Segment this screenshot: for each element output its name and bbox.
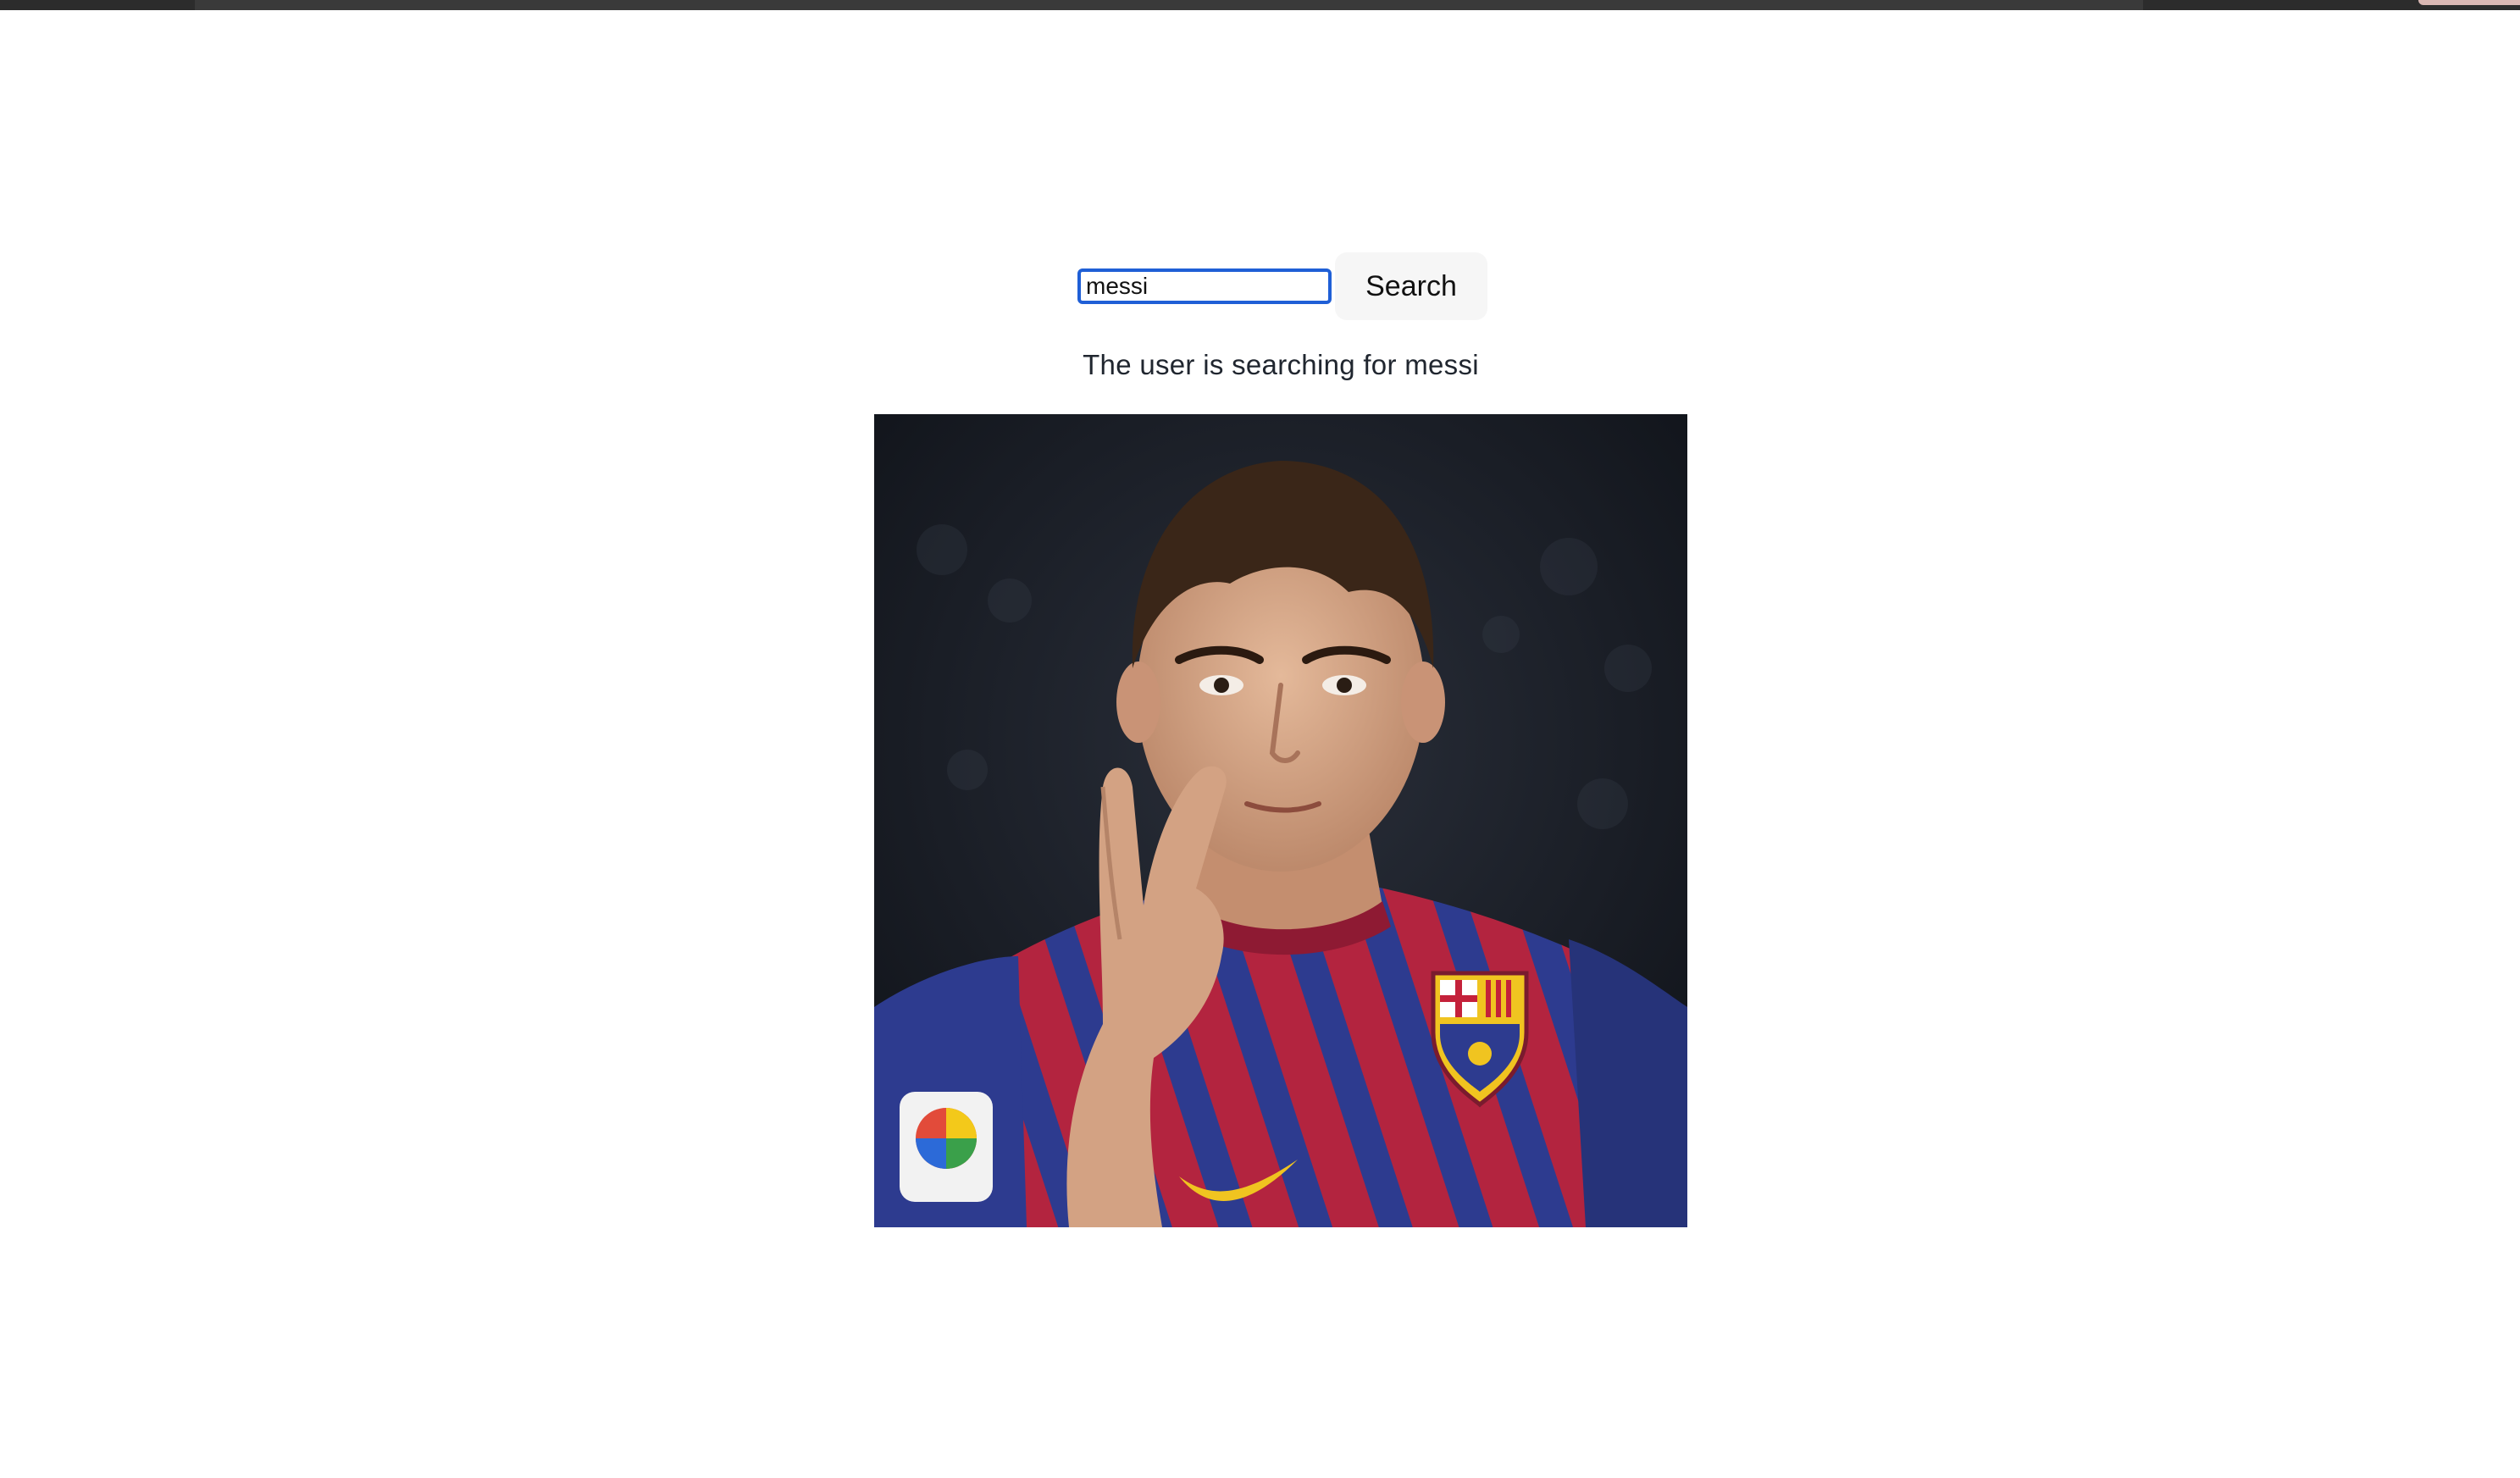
browser-tab-strip: [195, 0, 2143, 10]
search-result-image: [874, 414, 1687, 1227]
search-bar: Search: [1077, 252, 1487, 320]
search-input[interactable]: [1077, 268, 1332, 304]
browser-top-strip: [0, 0, 2520, 10]
browser-corner-badge: [2418, 0, 2520, 5]
photo-of-soccer-player: [874, 414, 1687, 1227]
search-status-text: The user is searching for messi: [1083, 349, 1479, 380]
search-button[interactable]: Search: [1335, 252, 1487, 320]
